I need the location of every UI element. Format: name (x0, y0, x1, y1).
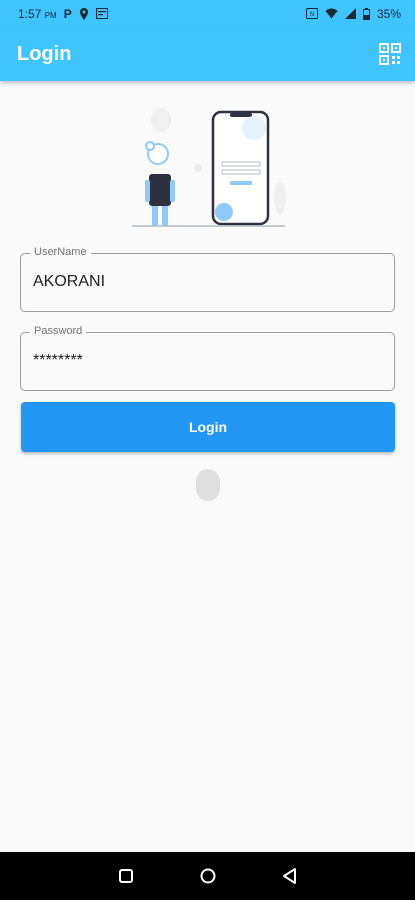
qr-code-icon[interactable] (379, 43, 401, 65)
password-label: Password (30, 325, 87, 337)
signal-icon (344, 8, 356, 19)
battery-percent: 35% (376, 6, 401, 21)
nfc-icon: N (305, 8, 318, 19)
location-icon (79, 7, 88, 20)
username-label: UserName (30, 246, 91, 258)
status-time: 1:57 PM (18, 7, 57, 21)
fingerprint-icon[interactable] (196, 469, 220, 501)
status-bar-left: 1:57 PM P (18, 7, 108, 21)
battery-icon (362, 7, 370, 20)
username-field[interactable]: UserName AKORANI (20, 246, 395, 312)
status-time-value: 1:57 (18, 6, 42, 21)
home-icon[interactable] (198, 866, 218, 886)
status-bar-right: N 35% (305, 6, 401, 21)
status-bar: 1:57 PM P N 35% (0, 0, 415, 27)
wifi-icon (325, 8, 338, 19)
back-icon[interactable] (280, 866, 300, 886)
login-illustration (132, 108, 286, 227)
password-field[interactable]: Password ******** (20, 325, 395, 391)
login-button[interactable]: Login (21, 402, 395, 452)
app-bar: Login (0, 27, 415, 81)
status-ampm: PM (44, 10, 57, 20)
calendar-icon (95, 8, 108, 19)
navigation-bar (0, 852, 415, 900)
password-input[interactable]: ******** (33, 352, 83, 370)
p-icon: P (63, 6, 72, 21)
username-input[interactable]: AKORANI (33, 273, 105, 291)
recents-icon[interactable] (116, 866, 136, 886)
page-title: Login (17, 42, 72, 65)
svg-text:N: N (310, 12, 314, 18)
